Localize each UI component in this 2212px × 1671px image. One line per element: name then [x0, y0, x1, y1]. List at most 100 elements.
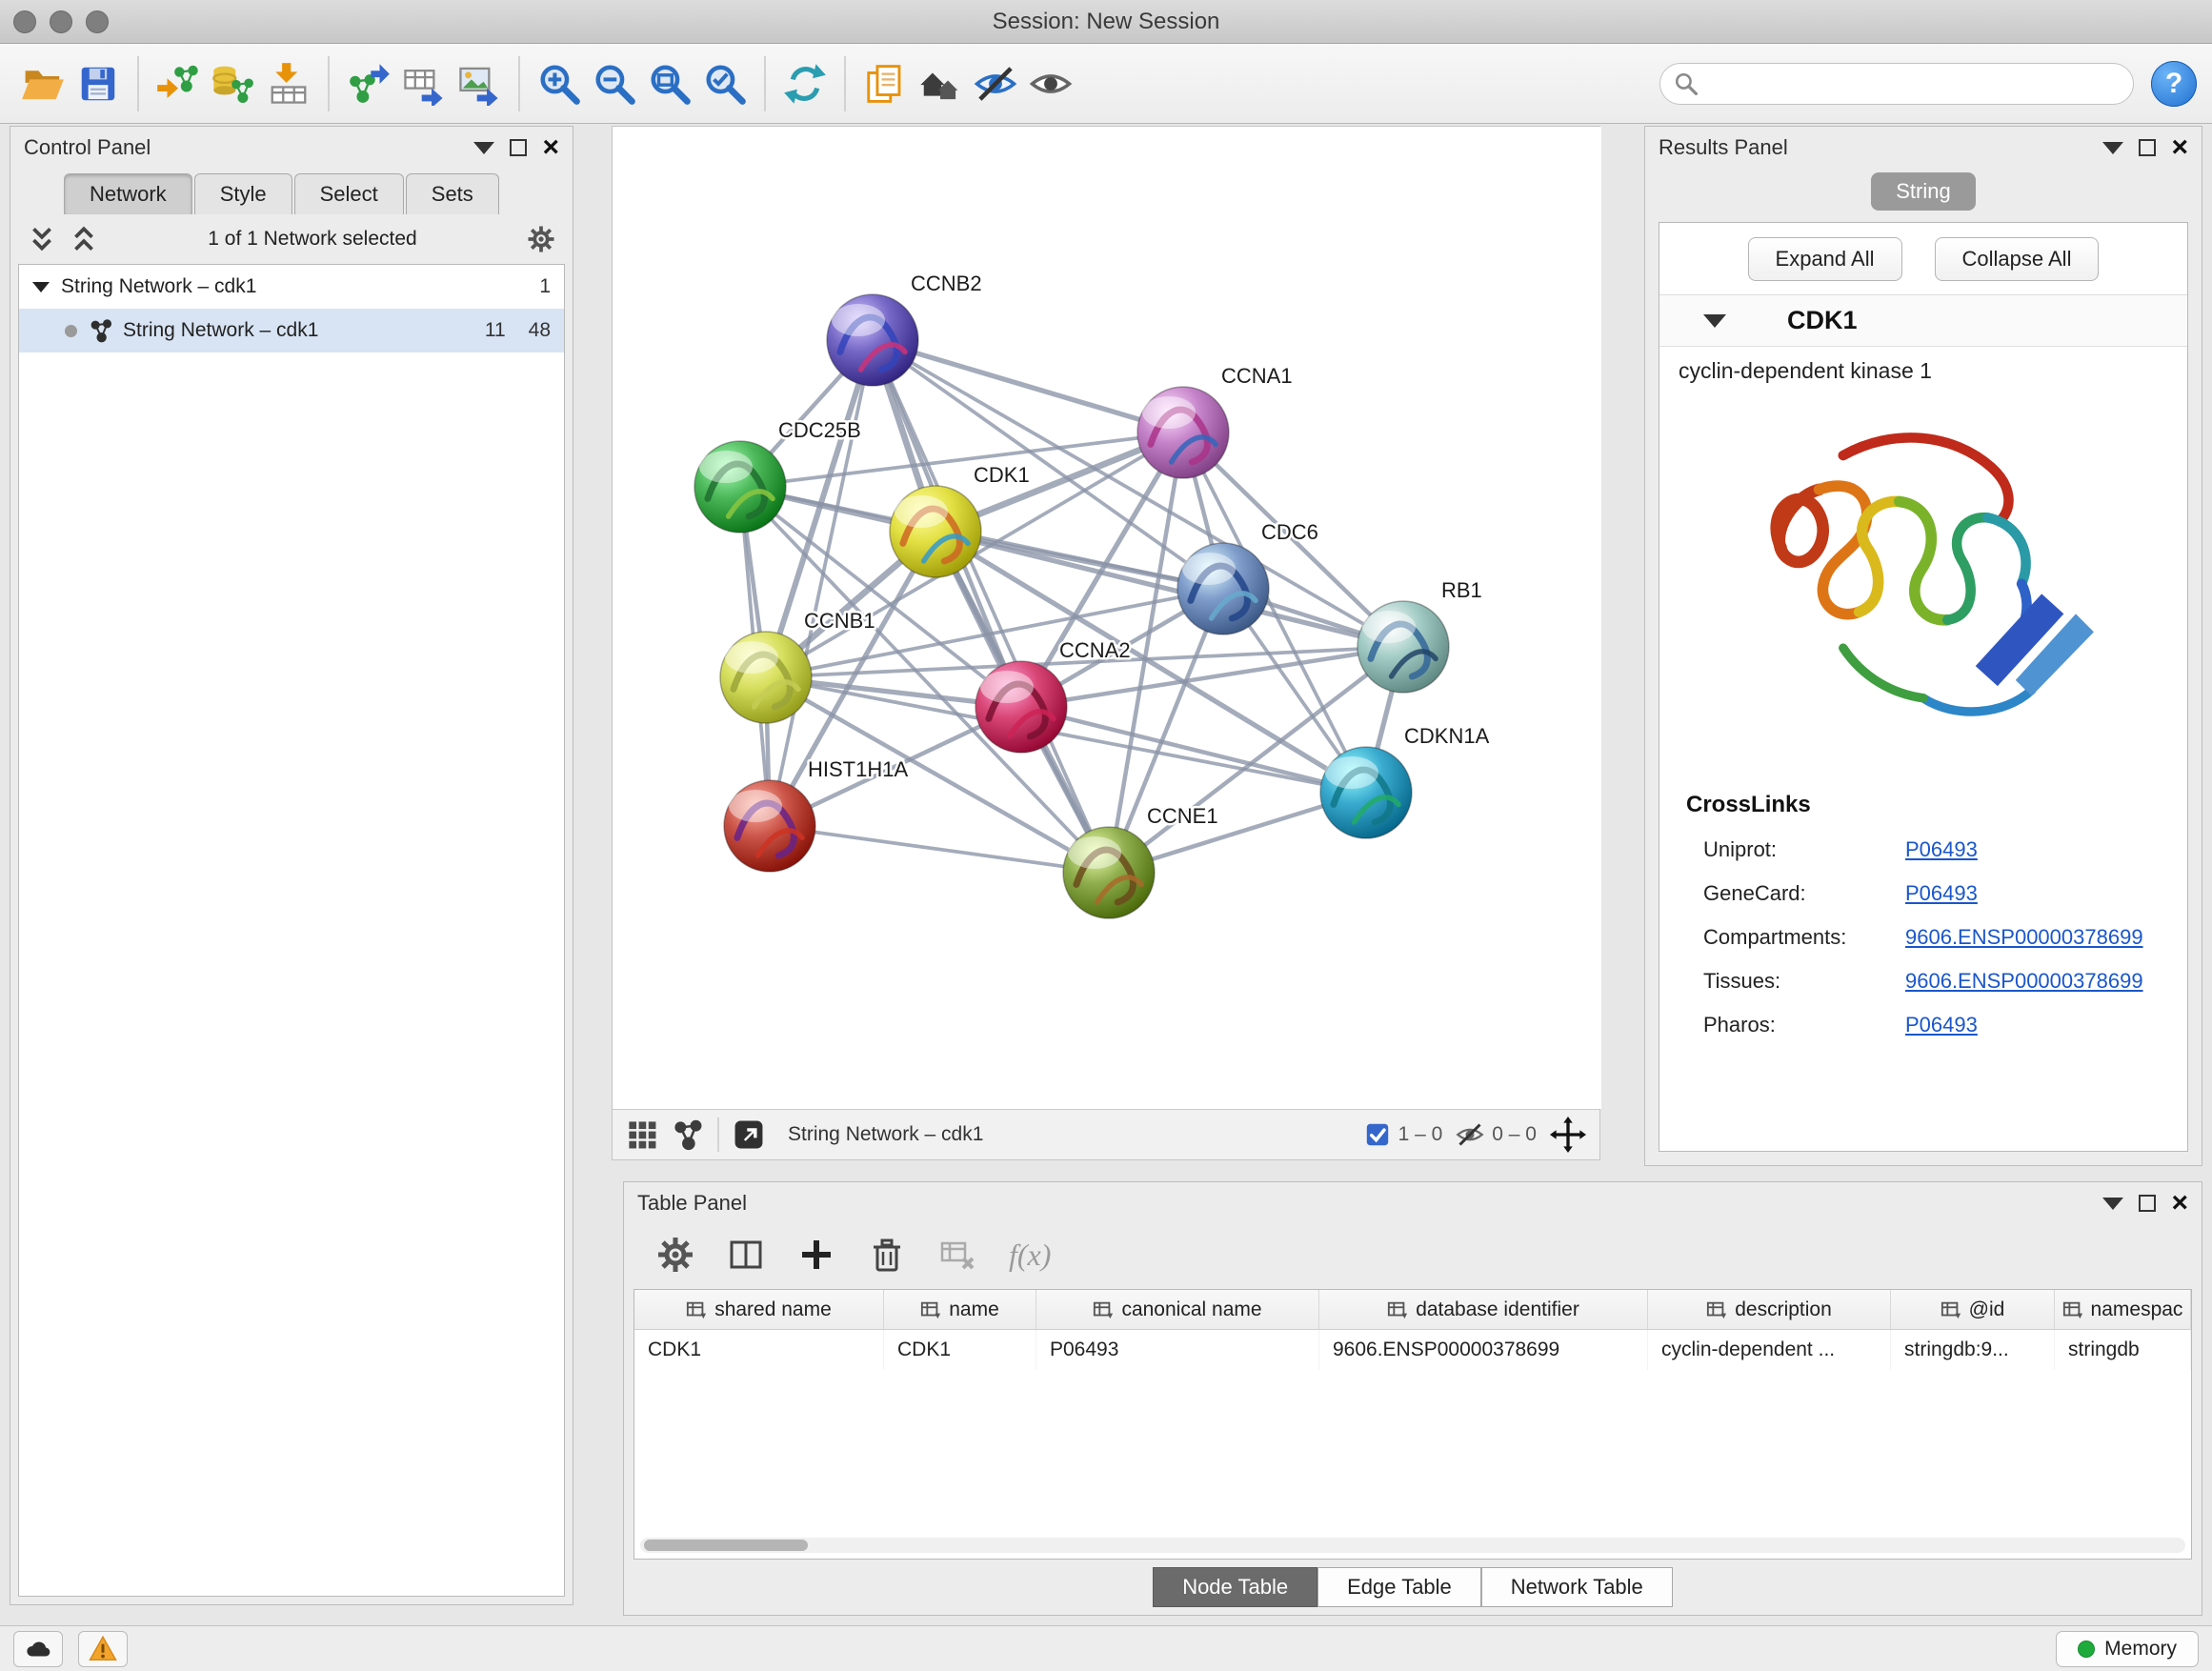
string-home-button[interactable]: [913, 54, 968, 113]
expand-all-button[interactable]: Expand All: [1748, 237, 1902, 281]
zoom-selected-button[interactable]: [697, 54, 753, 113]
tab-sets[interactable]: Sets: [406, 173, 499, 214]
float-panel-icon[interactable]: [510, 139, 527, 156]
collapse-all-icon[interactable]: [28, 225, 56, 253]
expand-all-icon[interactable]: [70, 225, 98, 253]
section-collapse-icon[interactable]: [1703, 314, 1726, 328]
network-canvas[interactable]: CCNB2CCNA1CDC25BCDK1CDC6RB1CCNB1CCNA2CDK…: [613, 127, 1601, 1109]
window-title: Session: New Session: [0, 9, 2212, 35]
add-column-icon[interactable]: [797, 1236, 835, 1274]
network-node-ccna2[interactable]: [975, 661, 1067, 753]
network-node-cdkn1a[interactable]: [1320, 747, 1412, 838]
birds-eye-view-icon[interactable]: [626, 1118, 658, 1151]
network-row[interactable]: String Network – cdk1 11 48: [19, 309, 564, 352]
network-collection-row[interactable]: String Network – cdk1 1: [19, 265, 564, 309]
tissues-link[interactable]: 9606.ENSP00000378699: [1905, 969, 2143, 994]
hidden-eye-slash-icon[interactable]: [1456, 1120, 1484, 1149]
network-node-ccnb2[interactable]: [827, 294, 918, 386]
open-session-button[interactable]: [15, 54, 70, 113]
function-builder-button[interactable]: f(x): [1009, 1238, 1051, 1273]
tab-node-table[interactable]: Node Table: [1153, 1567, 1317, 1607]
hide-glass-button[interactable]: [968, 54, 1023, 113]
protein-section-header[interactable]: CDK1: [1659, 295, 2187, 347]
zoom-fit-button[interactable]: [642, 54, 697, 113]
show-columns-icon[interactable]: [727, 1236, 765, 1274]
crosslink-label: Tissues:: [1703, 969, 1905, 994]
column-header-namespace[interactable]: namespac: [2055, 1290, 2191, 1329]
column-header-canonical-name[interactable]: canonical name: [1036, 1290, 1319, 1329]
network-node-rb1[interactable]: [1357, 601, 1449, 693]
close-panel-icon[interactable]: ×: [2171, 1189, 2188, 1218]
network-overview-icon[interactable]: [672, 1118, 704, 1151]
tab-string[interactable]: String: [1871, 172, 1975, 211]
crosslink-row: Pharos:P06493: [1686, 1003, 2187, 1047]
column-header-id[interactable]: @id: [1891, 1290, 2055, 1329]
panel-menu-icon[interactable]: [473, 142, 494, 154]
gear-icon[interactable]: [527, 225, 555, 253]
network-edge[interactable]: [873, 340, 1183, 433]
panel-menu-icon[interactable]: [2102, 142, 2123, 154]
network-edge[interactable]: [770, 826, 1109, 873]
tab-network-table[interactable]: Network Table: [1481, 1567, 1673, 1607]
scrollbar-thumb[interactable]: [644, 1540, 808, 1551]
search-input[interactable]: [1706, 72, 2120, 95]
network-node-cdk1[interactable]: [890, 486, 981, 577]
table-row[interactable]: CDK1 CDK1 P06493 9606.ENSP00000378699 cy…: [634, 1330, 2191, 1370]
delete-column-icon[interactable]: [868, 1236, 906, 1274]
network-node-hist1h1a[interactable]: [724, 780, 815, 872]
genecard-link[interactable]: P06493: [1905, 881, 1978, 906]
move-crosshair-icon[interactable]: [1550, 1117, 1586, 1153]
network-node-ccna1[interactable]: [1137, 387, 1229, 478]
document-copy-icon: [863, 62, 907, 106]
apply-layout-button[interactable]: [777, 54, 833, 113]
network-tree: String Network – cdk1 1 String Network –…: [18, 264, 565, 1597]
duplicate-document-button[interactable]: [857, 54, 913, 113]
collapse-all-button[interactable]: Collapse All: [1935, 237, 2100, 281]
network-edge[interactable]: [770, 340, 873, 826]
compartments-link[interactable]: 9606.ENSP00000378699: [1905, 925, 2143, 950]
save-session-button[interactable]: [70, 54, 126, 113]
tab-network[interactable]: Network: [64, 173, 192, 214]
float-panel-icon[interactable]: [2139, 139, 2156, 156]
network-node-cdc6[interactable]: [1177, 543, 1269, 634]
network-node-cdc25b[interactable]: [694, 441, 786, 533]
network-node-ccne1[interactable]: [1063, 827, 1155, 918]
panel-menu-icon[interactable]: [2102, 1198, 2123, 1210]
tab-select[interactable]: Select: [294, 173, 404, 214]
import-table-button[interactable]: [261, 54, 316, 113]
column-header-shared-name[interactable]: shared name: [634, 1290, 884, 1329]
collection-disclosure-icon[interactable]: [32, 282, 50, 292]
cell-name: CDK1: [884, 1330, 1036, 1370]
uniprot-link[interactable]: P06493: [1905, 837, 1978, 862]
table-header-row: shared name name canonical name database…: [634, 1290, 2191, 1330]
network-node-ccnb1[interactable]: [720, 632, 812, 723]
import-network-file-button[interactable]: [151, 54, 206, 113]
column-header-name[interactable]: name: [884, 1290, 1036, 1329]
pharos-link[interactable]: P06493: [1905, 1013, 1978, 1037]
table-settings-gear-icon[interactable]: [656, 1236, 694, 1274]
tab-style[interactable]: Style: [194, 173, 292, 214]
float-panel-icon[interactable]: [2139, 1195, 2156, 1212]
memory-button[interactable]: Memory: [2056, 1631, 2199, 1667]
close-panel-icon[interactable]: ×: [2171, 133, 2188, 162]
column-header-description[interactable]: description: [1648, 1290, 1891, 1329]
cloud-status-button[interactable]: [13, 1631, 63, 1667]
export-table-button[interactable]: [396, 54, 452, 113]
close-panel-icon[interactable]: ×: [542, 133, 559, 162]
horizontal-scrollbar[interactable]: [640, 1538, 2185, 1553]
help-label: ?: [2165, 68, 2182, 100]
zoom-out-button[interactable]: [587, 54, 642, 113]
warnings-button[interactable]: [78, 1631, 128, 1667]
column-header-database-identifier[interactable]: database identifier: [1319, 1290, 1648, 1329]
export-image-button[interactable]: [452, 54, 507, 113]
tab-edge-table[interactable]: Edge Table: [1317, 1567, 1481, 1607]
help-button[interactable]: ?: [2151, 61, 2197, 107]
show-glass-button[interactable]: [1023, 54, 1078, 113]
network-edge[interactable]: [873, 340, 1109, 873]
warning-icon: [89, 1635, 117, 1663]
export-network-button[interactable]: [341, 54, 396, 113]
import-network-database-button[interactable]: [206, 54, 261, 113]
selected-checkbox-icon[interactable]: [1364, 1121, 1391, 1148]
zoom-in-button[interactable]: [532, 54, 587, 113]
export-view-icon[interactable]: [733, 1118, 765, 1151]
